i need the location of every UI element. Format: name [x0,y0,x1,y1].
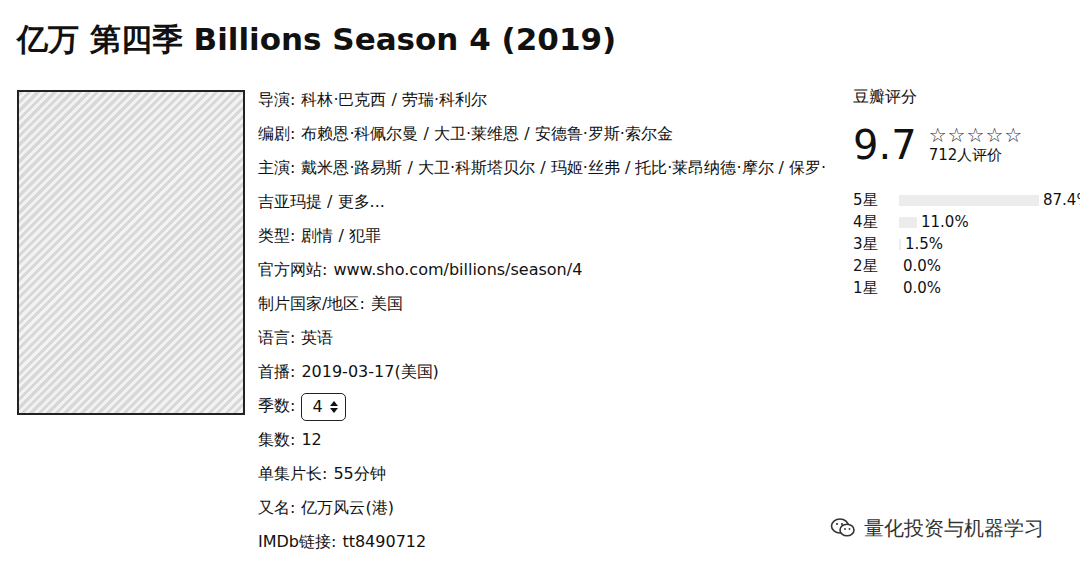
info-row: 主演: 戴米恩·路易斯 / 大卫·科斯塔贝尔 / 玛姬·丝弗 / 托比·莱昂纳德·… [258,151,833,219]
info-value[interactable]: 安德鲁·罗斯·索尔金 [535,124,673,143]
wechat-icon [830,517,856,539]
distribution-percent: 11.0% [921,211,969,233]
separator: / [386,90,402,109]
distribution-label: 5星 [853,189,899,211]
distribution-label: 2星 [853,255,899,277]
distribution-row: 1星0.0% [853,277,1080,299]
distribution-percent: 1.5% [905,233,943,255]
info-value: 55分钟 [333,464,385,483]
separator: / [333,226,349,245]
info-value[interactable]: 大卫·科斯塔贝尔 [418,158,535,177]
info-label: 制片国家/地区: [258,294,365,313]
separator: / [402,158,418,177]
info-row: 集数: 12 [258,423,833,457]
info-value[interactable]: 玛姬·丝弗 [551,158,620,177]
info-value: 美国 [371,294,403,313]
rating-distribution: 5星87.4%4星11.0%3星1.5%2星0.0%1星0.0% [853,189,1080,299]
distribution-row: 5星 87.4% [853,189,1080,211]
info-label: 单集片长: [258,464,327,483]
info-value: 12 [301,430,321,449]
info-row: 语言: 英语 [258,321,833,355]
rating-label: 豆瓣评分 [853,83,1080,111]
info-value: 犯罪 [349,226,381,245]
info-value[interactable]: www.sho.com/billions/season/4 [333,260,582,279]
info-value: 亿万风云(港) [301,498,393,517]
distribution-label: 4星 [853,211,899,233]
info-value[interactable]: 劳瑞·科利尔 [402,90,487,109]
rating-stars: ☆☆☆☆☆ [929,125,1024,145]
distribution-percent: 87.4% [1043,189,1080,211]
subject-section: 导演: 科林·巴克西 / 劳瑞·科利尔编剧: 布赖恩·科佩尔曼 / 大卫·莱维恩 /… [17,83,1080,559]
rating-score: 9.7 [853,121,917,169]
info-label: 官方网站: [258,260,327,279]
info-row: 制片国家/地区: 美国 [258,287,833,321]
info-label: 季数: [258,396,295,415]
info-row: 单集片长: 55分钟 [258,457,833,491]
score-row: 9.7 ☆☆☆☆☆712人评价 [853,121,1080,169]
info-row: 季数: 4 [258,389,833,423]
separator: / [418,124,434,143]
watermark-text: 量化投资与机器学习 [864,515,1044,541]
info-value[interactable]: 布赖恩·科佩尔曼 [301,124,418,143]
page-title: 亿万 第四季 Billions Season 4 (2019) [17,18,1080,60]
distribution-bar [899,217,917,228]
season-select[interactable]: 4 [301,393,345,421]
score-side: ☆☆☆☆☆712人评价 [929,125,1024,165]
distribution-percent: 0.0% [903,277,941,299]
info-value: 2019-03-17(美国) [301,362,438,381]
info-row: 官方网站: www.sho.com/billions/season/4 [258,253,833,287]
rating-count[interactable]: 712人评价 [929,145,1024,165]
info-label: 集数: [258,430,295,449]
info-value[interactable]: 更多... [338,192,385,211]
info-label: 类型: [258,226,295,245]
info-value: 剧情 [301,226,333,245]
watermark: 量化投资与机器学习 [826,513,1048,543]
season-value: 4 [312,395,322,419]
info-label: 主演: [258,158,295,177]
separator: / [535,158,551,177]
info-row: 又名: 亿万风云(港) [258,491,833,525]
distribution-row: 4星 11.0% [853,211,1080,233]
distribution-row: 2星0.0% [853,255,1080,277]
info-label: 首播: [258,362,295,381]
distribution-label: 3星 [853,233,899,255]
info-value[interactable]: 托比·莱昂纳德·摩尔 [635,158,773,177]
distribution-percent: 0.0% [903,255,941,277]
info-label: IMDb链接: [258,532,336,551]
info-value[interactable]: tt8490712 [342,532,426,551]
info-row: 类型: 剧情 / 犯罪 [258,219,833,253]
info-row: IMDb链接: tt8490712 [258,525,833,559]
info-row: 编剧: 布赖恩·科佩尔曼 / 大卫·莱维恩 / 安德鲁·罗斯·索尔金 [258,117,833,151]
separator: / [620,158,636,177]
poster-image[interactable] [17,90,245,415]
info-row: 首播: 2019-03-17(美国) [258,355,833,389]
distribution-row: 3星 1.5% [853,233,1080,255]
info-label: 编剧: [258,124,295,143]
info-label: 又名: [258,498,295,517]
distribution-bar [899,195,1039,206]
info-panel: 导演: 科林·巴克西 / 劳瑞·科利尔编剧: 布赖恩·科佩尔曼 / 大卫·莱维恩 /… [258,83,833,559]
updown-icon [329,400,339,414]
info-row: 导演: 科林·巴克西 / 劳瑞·科利尔 [258,83,833,117]
info-label: 语言: [258,328,295,347]
info-value: 英语 [301,328,333,347]
separator: / [322,192,338,211]
rating-panel: 豆瓣评分9.7☆☆☆☆☆712人评价5星87.4%4星11.0%3星1.5%2星… [853,83,1080,559]
info-value[interactable]: 科林·巴克西 [301,90,386,109]
distribution-bar [899,239,901,250]
movie-page: 亿万 第四季 Billions Season 4 (2019) 导演: 科林·巴克西… [0,0,1080,569]
distribution-label: 1星 [853,277,899,299]
info-value[interactable]: 戴米恩·路易斯 [301,158,402,177]
info-value[interactable]: 大卫·莱维恩 [434,124,519,143]
info-label: 导演: [258,90,295,109]
separator: / [774,158,790,177]
separator: / [519,124,535,143]
